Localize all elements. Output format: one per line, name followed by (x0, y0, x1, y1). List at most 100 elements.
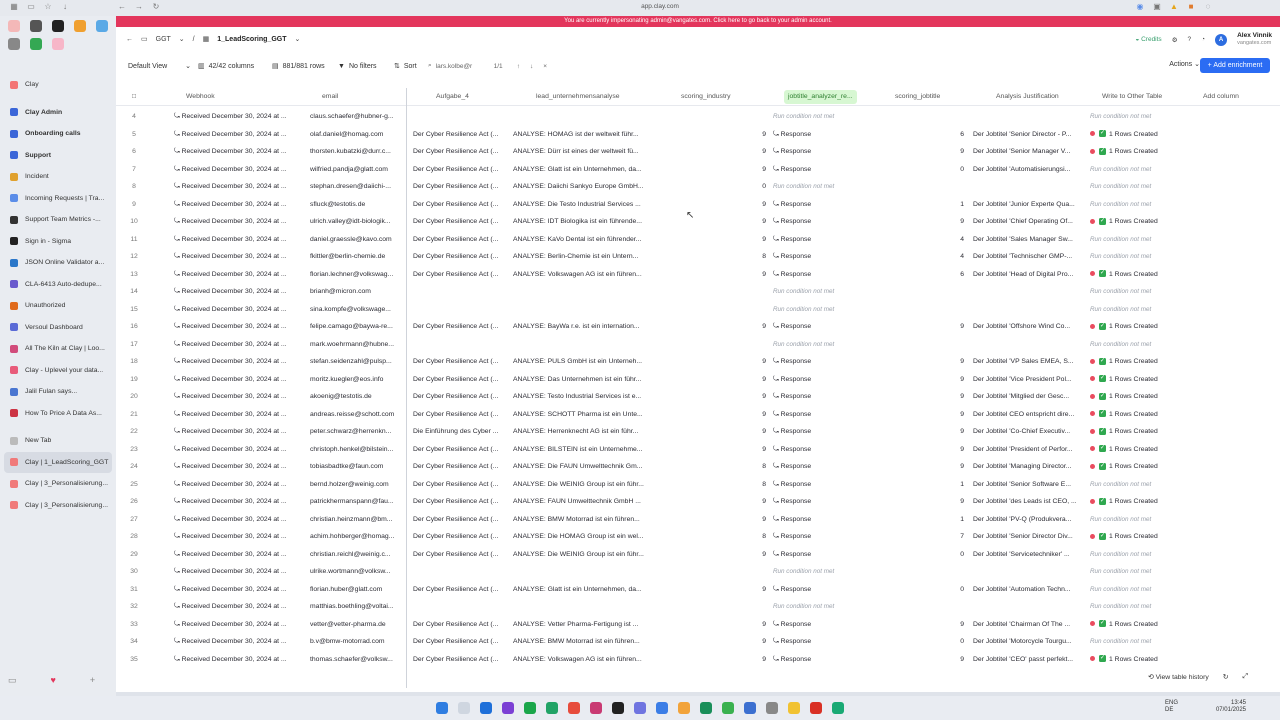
justification-cell[interactable]: Der Jobtitel 'Mitglied der Gesc... (973, 388, 1081, 406)
close-icon[interactable]: × (543, 63, 547, 70)
search-input[interactable] (435, 62, 484, 70)
justification-cell[interactable]: Der Jobtitel 'des Leads ist CEO, ... (973, 493, 1081, 511)
row-number[interactable]: 17 (126, 336, 142, 354)
lead-analysis-cell[interactable]: ANALYSE: Testo Industrial Services ist e… (513, 388, 649, 406)
app-icon[interactable] (766, 702, 778, 714)
lead-analysis-cell[interactable]: ANALYSE: Volkswagen AG ist ein führen... (513, 651, 649, 669)
forward-icon[interactable]: → (135, 3, 143, 11)
help-icon[interactable]: ? (1188, 36, 1192, 43)
scoring-industry-cell[interactable]: 9 (756, 143, 766, 161)
table-row[interactable]: 21 ⤿ Received December 30, 2024 at ... and… (116, 406, 1280, 424)
run-condition-cell[interactable]: Run condition not met (1090, 108, 1180, 126)
webhook-cell[interactable]: ⤿ Received December 30, 2024 at ... (174, 353, 302, 371)
scoring-jobtitle-cell[interactable]: 6 (954, 126, 964, 144)
table-row[interactable]: 28 ⤿ Received December 30, 2024 at ... ach… (116, 528, 1280, 546)
scoring-industry-cell[interactable]: 8 (756, 458, 766, 476)
aufgabe-cell[interactable]: Der Cyber Resilience Act (... (413, 231, 509, 249)
aufgabe-cell[interactable]: Der Cyber Resilience Act (... (413, 213, 509, 231)
run-condition-cell[interactable]: Run condition not met (1090, 161, 1180, 179)
aufgabe-cell[interactable]: Der Cyber Resilience Act (... (413, 511, 509, 529)
scoring-jobtitle-cell[interactable]: 9 (954, 458, 964, 476)
jobtitle-response-cell[interactable]: ⤿ Response (773, 633, 873, 651)
write-to-table-cell[interactable]: ✓ 1 Rows Created (1090, 213, 1180, 231)
aufgabe-cell[interactable]: Der Cyber Resilience Act (... (413, 196, 509, 214)
aufgabe-cell[interactable]: Der Cyber Resilience Act (... (413, 266, 509, 284)
aufgabe-cell[interactable]: Der Cyber Resilience Act (... (413, 353, 509, 371)
write-to-table-cell[interactable]: ✓ 1 Rows Created (1090, 651, 1180, 669)
justification-cell[interactable]: Der Jobtitel 'Co-Chief Executiv... (973, 423, 1081, 441)
lead-analysis-cell[interactable]: ANALYSE: Glatt ist ein Unternehmen, da..… (513, 161, 649, 179)
jobtitle-response-cell[interactable]: ⤿ Response (773, 528, 873, 546)
actions-menu[interactable]: Actions ⌄ (1169, 60, 1200, 68)
email-cell[interactable]: b.v@bmw-motorrad.com (310, 633, 402, 651)
aufgabe-cell[interactable]: Der Cyber Resilience Act (... (413, 406, 509, 424)
run-condition-cell[interactable]: Run condition not met (1090, 581, 1180, 599)
webhook-cell[interactable]: ⤿ Received December 30, 2024 at ... (174, 336, 302, 354)
justification-cell[interactable]: Der Jobtitel 'CEO' passt perfekt... (973, 651, 1081, 669)
lead-analysis-cell[interactable]: ANALYSE: Herrenknecht AG ist ein führ... (513, 423, 649, 441)
lead-analysis-cell[interactable]: ANALYSE: Glatt ist ein Unternehmen, da..… (513, 581, 649, 599)
row-number[interactable]: 31 (126, 581, 142, 599)
run-condition-cell[interactable]: Run condition not met (1090, 248, 1180, 266)
scoring-jobtitle-cell[interactable]: 9 (954, 651, 964, 669)
app-icon[interactable] (8, 38, 20, 50)
justification-cell[interactable]: Der Jobtitel 'VP Sales EMEA, S... (973, 353, 1081, 371)
lead-analysis-cell[interactable]: ANALYSE: BayWa r.e. ist ein internation.… (513, 318, 649, 336)
scoring-industry-cell[interactable]: 9 (756, 423, 766, 441)
scoring-industry-cell[interactable]: 9 (756, 371, 766, 389)
lead-analysis-cell[interactable]: ANALYSE: BMW Motorrad ist ein führen... (513, 633, 649, 651)
lead-analysis-cell[interactable]: ANALYSE: Die WEINIG Group ist ein führ..… (513, 476, 649, 494)
table-row[interactable]: 18 ⤿ Received December 30, 2024 at ... ste… (116, 353, 1280, 371)
lead-analysis-cell[interactable]: ANALYSE: Vetter Pharma-Fertigung ist ... (513, 616, 649, 634)
jobtitle-response-cell[interactable]: ⤿ Response (773, 616, 873, 634)
aufgabe-cell[interactable]: Der Cyber Resilience Act (... (413, 546, 509, 564)
aufgabe-cell[interactable]: Der Cyber Resilience Act (... (413, 143, 509, 161)
email-cell[interactable]: ulrike.wortmann@volksw... (310, 563, 402, 581)
jobtitle-response-cell[interactable]: ⤿ Response (773, 511, 873, 529)
jobtitle-response-cell[interactable]: ⤿ Response (773, 266, 873, 284)
table-row[interactable]: 32 ⤿ Received December 30, 2024 at ... mat… (116, 598, 1280, 616)
scoring-jobtitle-cell[interactable]: 7 (954, 528, 964, 546)
run-condition-cell[interactable]: Run condition not met (1090, 511, 1180, 529)
webhook-cell[interactable]: ⤿ Received December 30, 2024 at ... (174, 143, 302, 161)
email-cell[interactable]: christoph.henkel@bilstein... (310, 441, 402, 459)
lead-analysis-cell[interactable]: ANALYSE: Die HOMAG Group ist ein wel... (513, 528, 649, 546)
scoring-industry-cell[interactable]: 9 (756, 511, 766, 529)
aufgabe-cell[interactable]: Der Cyber Resilience Act (... (413, 388, 509, 406)
scoring-jobtitle-cell[interactable]: 4 (954, 231, 964, 249)
row-number[interactable]: 18 (126, 353, 142, 371)
table-row[interactable]: 16 ⤿ Received December 30, 2024 at ... fel… (116, 318, 1280, 336)
email-cell[interactable]: stefan.seidenzahl@pulsp... (310, 353, 402, 371)
profile-icon[interactable]: ♥ (51, 675, 56, 686)
table-row[interactable]: 24 ⤿ Received December 30, 2024 at ... tob… (116, 458, 1280, 476)
webhook-cell[interactable]: ⤿ Received December 30, 2024 at ... (174, 108, 302, 126)
row-number[interactable]: 4 (126, 108, 142, 126)
webhook-cell[interactable]: ⤿ Received December 30, 2024 at ... (174, 511, 302, 529)
scoring-industry-cell[interactable]: 8 (756, 476, 766, 494)
app-icon[interactable] (546, 702, 558, 714)
justification-cell[interactable]: Der Jobtitel 'PV-Q (Produkvera... (973, 511, 1081, 529)
email-cell[interactable]: tobiasbadtke@faun.com (310, 458, 402, 476)
app-icon[interactable] (74, 20, 86, 32)
jobtitle-response-cell[interactable]: ⤿ Response (773, 441, 873, 459)
row-number[interactable]: 22 (126, 423, 142, 441)
webhook-cell[interactable]: ⤿ Received December 30, 2024 at ... (174, 563, 302, 581)
email-cell[interactable]: christian.reichl@weinig.c... (310, 546, 402, 564)
browser-tab[interactable]: How To Price A Data As... (4, 403, 112, 425)
sidebar-toggle-icon[interactable]: ▭ (27, 3, 35, 11)
email-cell[interactable]: mark.woehrmann@hubne... (310, 336, 402, 354)
credits-button[interactable]: ◒ Credits (1135, 36, 1161, 43)
scoring-industry-cell[interactable]: 9 (756, 441, 766, 459)
run-condition-cell[interactable]: Run condition not met (1090, 563, 1180, 581)
notifications-icon[interactable]: ◔ (1201, 36, 1205, 43)
aufgabe-cell[interactable]: Der Cyber Resilience Act (... (413, 581, 509, 599)
jobtitle-response-cell[interactable]: ⤿ Response (773, 353, 873, 371)
jobtitle-response-cell[interactable]: ⤿ Response (773, 196, 873, 214)
email-cell[interactable]: olaf.daniel@homag.com (310, 126, 402, 144)
webhook-cell[interactable]: ⤿ Received December 30, 2024 at ... (174, 458, 302, 476)
user-info[interactable]: Alex Vinnik vangates.com (1237, 32, 1272, 47)
column-header[interactable]: Webhook (186, 88, 215, 106)
run-condition-cell[interactable]: Run condition not met (1090, 283, 1180, 301)
table-row[interactable]: 34 ⤿ Received December 30, 2024 at ... b.v… (116, 633, 1280, 651)
gmail-icon[interactable] (8, 20, 20, 32)
